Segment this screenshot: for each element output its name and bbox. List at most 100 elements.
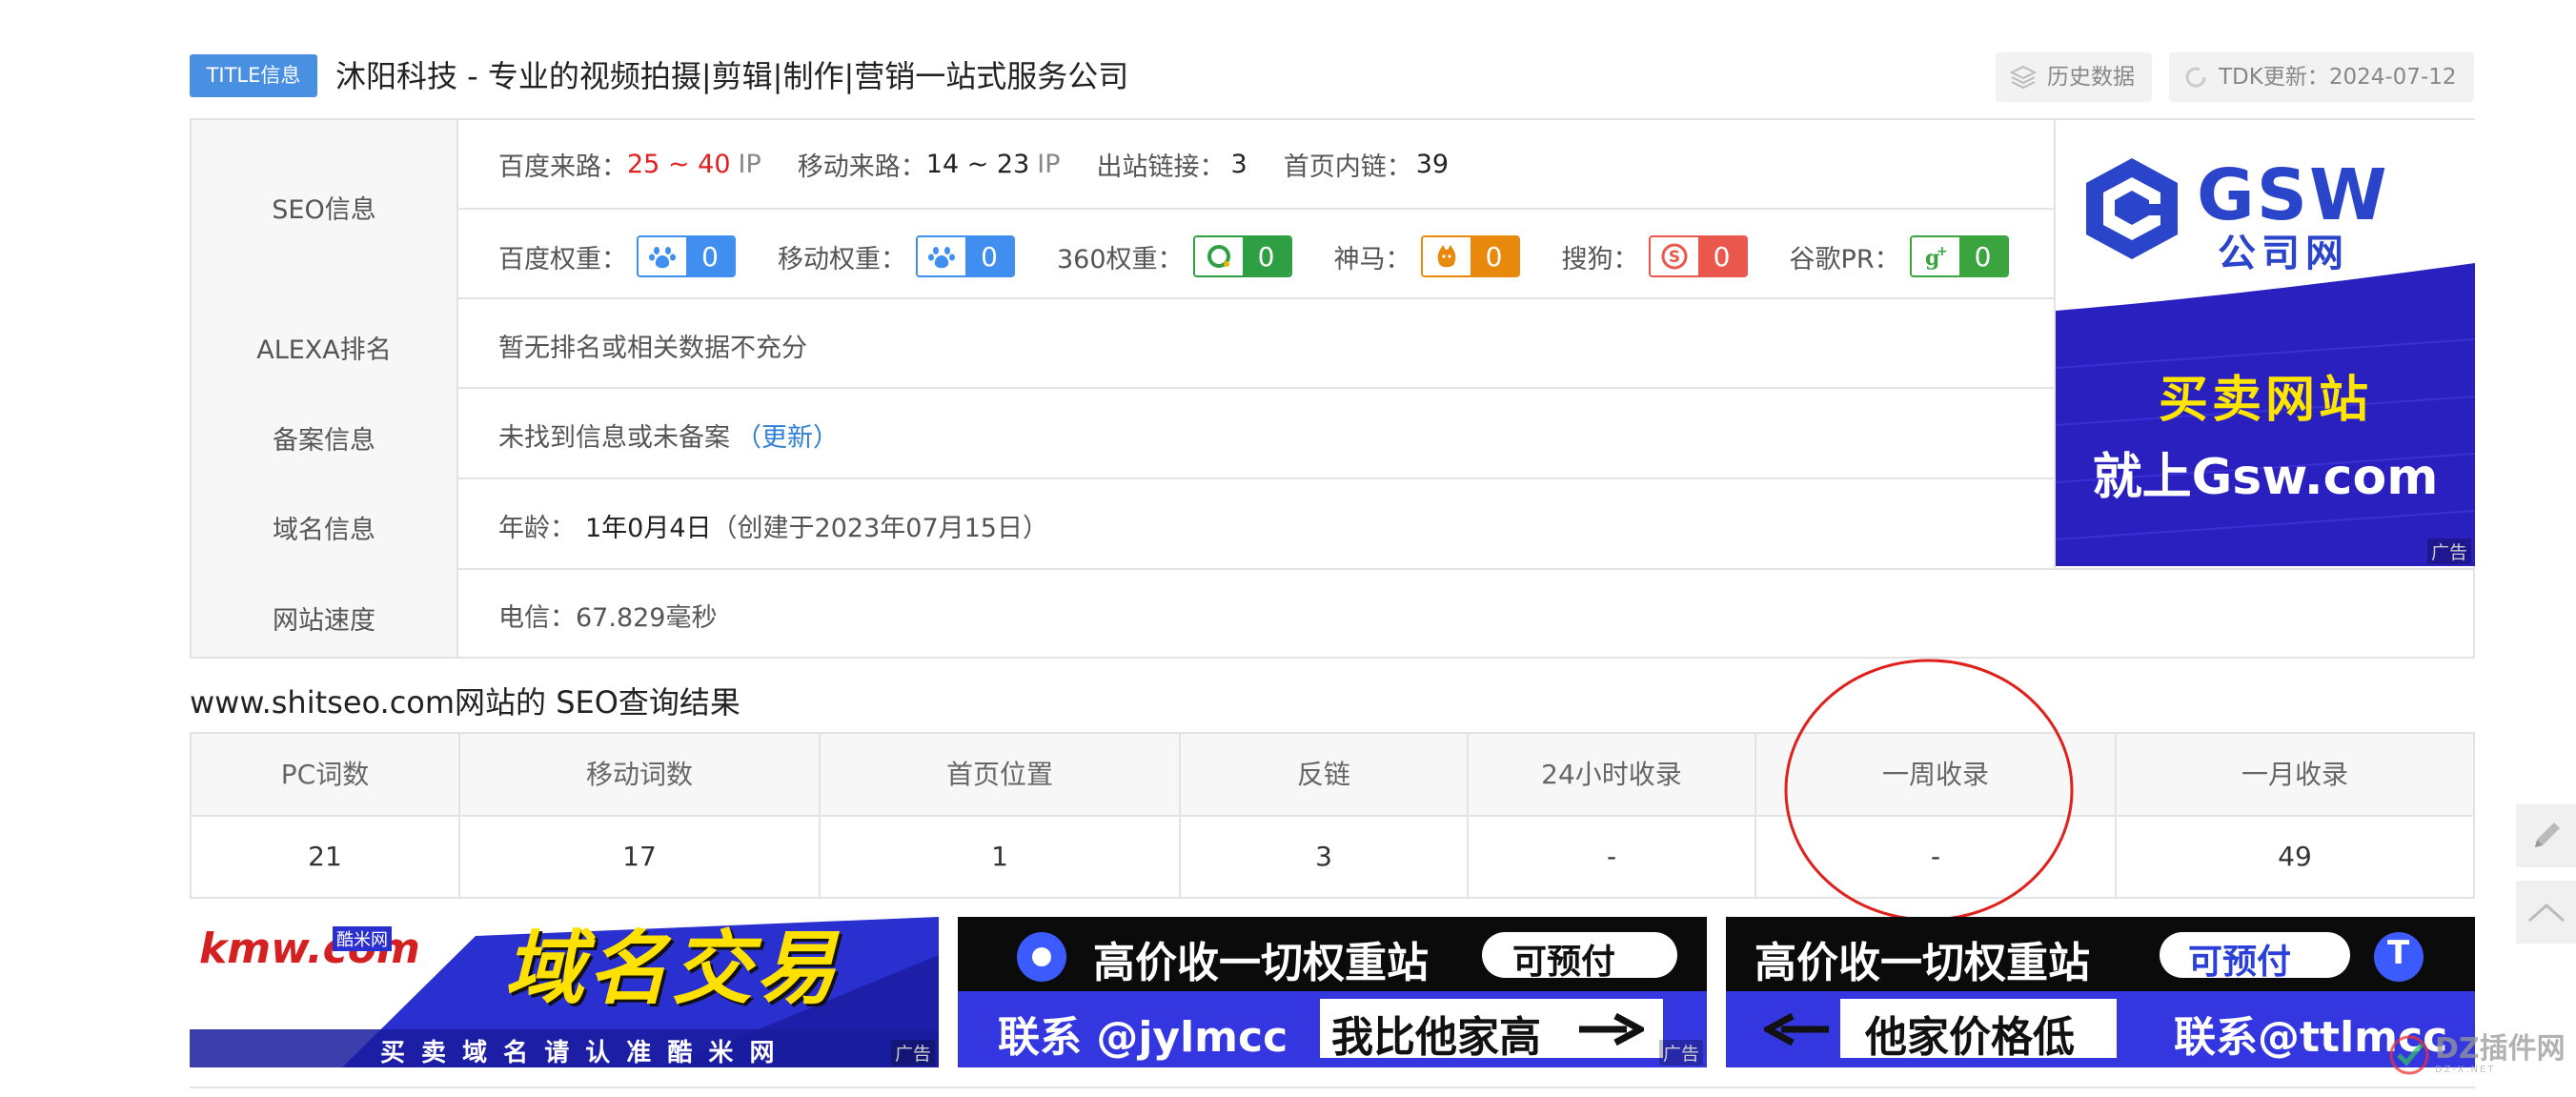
gsw-line1: 买卖网站: [2158, 372, 2372, 429]
home-inner-links-value: 39: [1415, 149, 1450, 179]
ttlmcc-banner[interactable]: 高价收一切权重站 可预付 T 他家价格低 联系@ttlmcc: [1726, 917, 2475, 1067]
domain-label: 域名信息: [273, 516, 375, 545]
results-title: www.shitseo.com网站的 SEO查询结果: [190, 684, 740, 721]
history-data-button[interactable]: 历史数据: [1996, 52, 2152, 102]
value-mobile-words: 17: [622, 841, 657, 872]
title-info-badge: TITLE信息: [190, 54, 317, 97]
google-plus-icon: g +: [1911, 237, 1959, 275]
google-pr-label: 谷歌PR：: [1789, 244, 1900, 274]
seo-traffic-row: 百度来路： 25 ~ 40 IP 移动来路： 14 ~ 23 IP 出站链接： …: [498, 143, 1449, 185]
arrow-right-icon: [1579, 1012, 1644, 1046]
sogou-weight[interactable]: 搜狗： S 0: [1562, 235, 1752, 277]
domain-row: 年龄： 1年0月4日 （创建于2023年07月15日）: [498, 504, 1048, 546]
jylmcc-tag: 可预付: [1512, 943, 1616, 982]
kmw-domain-banner[interactable]: kmw.com 酷米网 域名交易 买 卖 域 名 请 认 准 酷 米 网 广告: [190, 917, 939, 1067]
tdk-update-button[interactable]: TDK更新：2024-07-12: [2169, 52, 2474, 102]
google-pr-value: 0: [1958, 237, 2007, 275]
t-logo-icon: T: [2387, 934, 2410, 972]
col-header-backlinks: 反链: [1296, 759, 1350, 790]
ttlmcc-line1: 高价收一切权重站: [1755, 939, 2090, 987]
jylmcc-banner[interactable]: 高价收一切权重站 可预付 联系 @jylmcc 我比他家高 广告: [958, 917, 1707, 1067]
ttlmcc-tag: 可预付: [2188, 943, 2292, 982]
col-header-mobile-words: 移动词数: [585, 759, 693, 790]
so360-icon: [1194, 237, 1243, 275]
baidu-traffic-label: 百度来路：: [498, 152, 627, 182]
jylmcc-contact: 联系 @jylmcc: [998, 1013, 1288, 1062]
so360-weight[interactable]: 360权重： 0: [1057, 235, 1296, 277]
value-pc-words: 21: [308, 841, 342, 872]
seo-info-label: SEO信息: [272, 195, 376, 225]
mobile-paw-icon: [918, 237, 965, 275]
arrow-left-icon: [1764, 1012, 1829, 1046]
dz-watermark: DZ插件网 DZ-X.NET: [2387, 1033, 2566, 1077]
home-inner-links-label: 首页内链：: [1283, 152, 1412, 182]
col-header-24h-index: 24小时收录: [1541, 759, 1682, 790]
dz-watermark-sub: DZ-X.NET: [2435, 1065, 2496, 1075]
annotation-circle: [1784, 659, 2074, 922]
domain-age-label: 年龄：: [498, 513, 576, 543]
pencil-icon: [2534, 823, 2560, 847]
baidu-weight[interactable]: 百度权重： 0: [498, 235, 740, 277]
value-home-position: 1: [991, 841, 1008, 872]
shenma-weight-value: 0: [1470, 237, 1518, 275]
tdk-update-label: TDK更新：2024-07-12: [2219, 65, 2457, 90]
kmw-brand-tag: 酷米网: [333, 926, 392, 951]
baidu-traffic-value: 25 ~ 40: [627, 149, 731, 179]
mobile-weight[interactable]: 移动权重： 0: [778, 235, 1019, 277]
svg-text:S: S: [1668, 248, 1679, 267]
beian-value: 未找到信息或未备案: [498, 422, 730, 453]
col-header-month-index: 一月收录: [2241, 759, 2348, 790]
col-header-pc-words: PC词数: [280, 759, 370, 790]
outbound-links-value: 3: [1230, 149, 1247, 179]
baidu-weight-label: 百度权重：: [498, 244, 627, 274]
baidu-traffic-unit: IP: [738, 149, 761, 179]
mobile-traffic-value: 14 ~ 23: [925, 149, 1030, 179]
mobile-traffic-unit: IP: [1037, 149, 1061, 179]
beian-label: 备案信息: [273, 426, 375, 456]
value-24h-index: -: [1606, 841, 1617, 872]
gsw-ad-tag: 广告: [2426, 538, 2471, 564]
site-title: 沐阳科技 - 专业的视频拍摄|剪辑|制作|营销一站式服务公司: [335, 58, 1129, 94]
baidu-paw-icon: [639, 237, 686, 275]
history-data-label: 历史数据: [2047, 65, 2135, 90]
mobile-traffic-label: 移动来路：: [797, 152, 926, 182]
back-to-top-button[interactable]: [2516, 881, 2576, 944]
shenma-horse-icon: [1422, 237, 1471, 275]
domain-age-value: 1年0月4日: [585, 513, 712, 543]
sogou-weight-value: 0: [1697, 237, 1746, 275]
outbound-links-label: 出站链接：: [1096, 152, 1226, 182]
layers-icon: [2009, 65, 2038, 90]
dz-watermark-text: DZ插件网: [2435, 1032, 2566, 1066]
shenma-weight[interactable]: 神马： 0: [1334, 235, 1524, 277]
beian-row: 未找到信息或未备案 （更新）: [498, 414, 839, 456]
gsw-ad-banner[interactable]: GSW 公司网 买卖网站 就上Gsw.com 广告: [2056, 120, 2475, 566]
speed-label: 网站速度: [273, 606, 375, 636]
alexa-label: ALEXA排名: [256, 335, 392, 365]
google-pr-weight[interactable]: 谷歌PR： g + 0: [1790, 235, 2013, 277]
svg-text:+: +: [1937, 244, 1948, 259]
value-backlinks: 3: [1315, 841, 1332, 872]
sogou-weight-label: 搜狗：: [1561, 244, 1639, 274]
sogou-icon: S: [1650, 237, 1698, 275]
chevron-up-icon: [2527, 903, 2565, 923]
kmw-footer: 买 卖 域 名 请 认 准 酷 米 网: [380, 1039, 779, 1067]
edit-float-button[interactable]: [2516, 804, 2576, 867]
gsw-line2: 就上Gsw.com: [2092, 449, 2439, 506]
mobile-weight-value: 0: [965, 237, 1013, 275]
gsw-brand: GSW: [2197, 154, 2389, 236]
ttlmcc-slogan: 他家价格低: [1865, 1013, 2075, 1062]
refresh-icon: [2185, 67, 2206, 88]
jylmcc-slogan: 我比他家高: [1331, 1013, 1541, 1062]
value-month-index: 49: [2278, 841, 2312, 872]
beian-update-link[interactable]: （更新）: [736, 416, 839, 454]
gsw-brand-sub: 公司网: [2218, 232, 2349, 275]
so360-weight-label: 360权重：: [1057, 244, 1184, 274]
kmw-headline: 域名交易: [504, 922, 841, 1015]
seo-weights-row: 百度权重： 0 移动权重： 0 360权重： 0 神马： 0 搜狗： S 0 谷…: [498, 235, 2013, 277]
jylmcc-line1: 高价收一切权重站: [1093, 939, 1429, 987]
domain-created: （创建于2023年07月15日）: [711, 513, 1048, 543]
alexa-value: 暂无排名或相关数据不充分: [498, 333, 807, 363]
col-header-home-position: 首页位置: [945, 759, 1053, 790]
so360-weight-value: 0: [1242, 237, 1290, 275]
mobile-weight-label: 移动权重：: [778, 244, 906, 274]
